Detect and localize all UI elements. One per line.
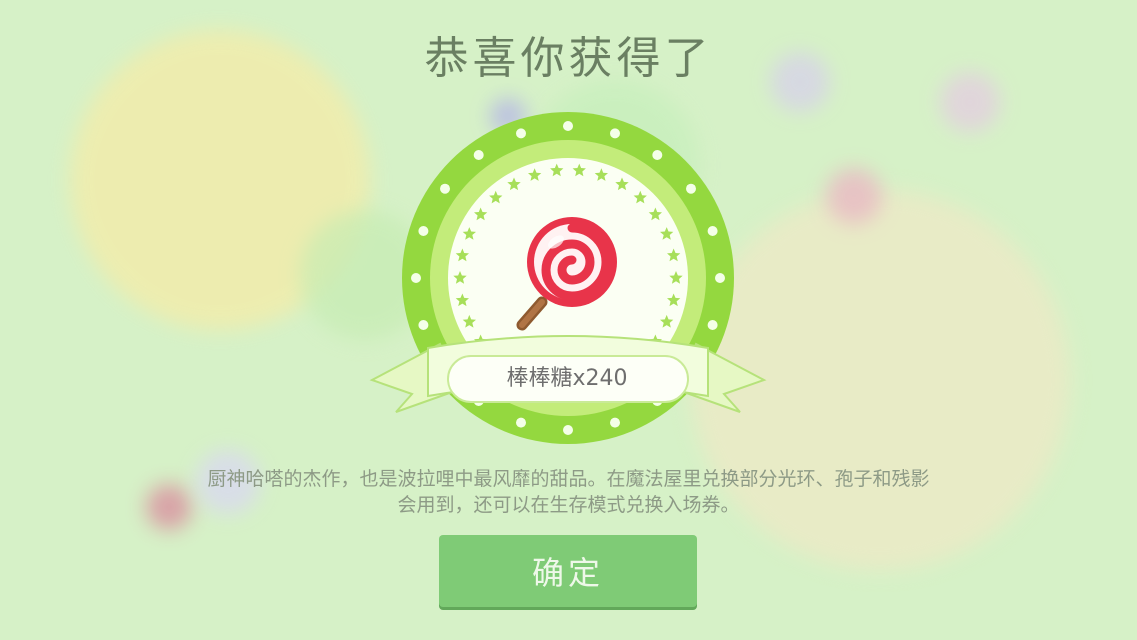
reward-dialog: 恭喜你获得了 棒棒糖x240 厨神哈嗒的杰作，也是波拉哩中最风靡的甜品。在魔法屋… [0,0,1137,640]
badge-dot [610,128,620,139]
badge-dot [516,417,526,428]
reward-item-name: 棒棒糖 [506,366,573,391]
confirm-button[interactable]: 确定 [439,535,697,607]
badge-dot [652,150,663,160]
badge-dot [440,183,450,194]
badge-dot [610,417,620,428]
badge-dot [563,425,573,435]
badge-dot [707,320,718,330]
badge-dot [715,273,725,283]
badge-dot [563,121,573,131]
badge-dot [418,226,429,236]
dialog-title: 恭喜你获得了 [424,33,713,84]
badge-dot [707,226,718,236]
background-bokeh [826,168,882,224]
reward-quantity: x240 [572,366,628,391]
badge-dot [418,320,429,330]
badge-dot [686,183,696,194]
badge-dot [411,273,421,283]
reward-description: 厨神哈嗒的杰作，也是波拉哩中最风靡的甜品。在魔法屋里兑换部分光环、孢子和残影 会… [100,466,1037,518]
badge-dot [516,128,526,139]
badge-dot [473,150,484,160]
description-line-1: 厨神哈嗒的杰作，也是波拉哩中最风靡的甜品。在魔法屋里兑换部分光环、孢子和残影 [207,468,930,490]
description-line-2: 会用到，还可以在生存模式兑换入场券。 [397,494,740,516]
reward-name-label: 棒棒糖x240 [448,356,686,402]
